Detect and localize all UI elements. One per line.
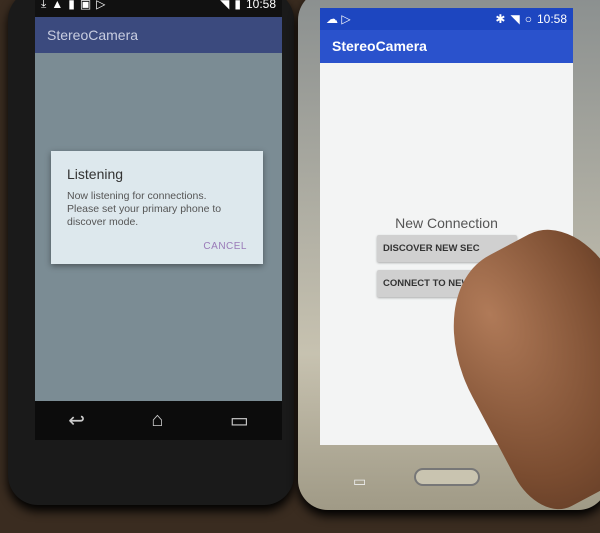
back-icon[interactable]: ↩ bbox=[68, 408, 85, 433]
left-phone: ⤓ ▲ ▮ ▣ ▷ ◥ ▮ 10:58 StereoCamera Listening No… bbox=[8, 0, 294, 505]
clock: 10:58 bbox=[536, 12, 567, 26]
wifi-icon: ◥ bbox=[220, 0, 230, 11]
home-icon[interactable]: ⌂ bbox=[151, 409, 163, 432]
bluetooth-icon: ✱ bbox=[495, 12, 506, 26]
warning-icon: ▲ bbox=[51, 0, 64, 11]
battery-icon: ▮ bbox=[234, 0, 241, 11]
content-area: Listening Now listening for connections.… bbox=[35, 53, 282, 401]
new-connection-heading: New Connection bbox=[395, 215, 498, 231]
sync-icon: ○ bbox=[524, 12, 532, 26]
recents-icon[interactable]: ▭ bbox=[353, 473, 366, 490]
clock: 10:58 bbox=[245, 0, 276, 11]
listening-dialog: Listening Now listening for connections.… bbox=[51, 151, 263, 264]
wifi-icon: ◥ bbox=[510, 12, 520, 26]
download-icon: ⤓ bbox=[41, 0, 47, 10]
dialog-title: Listening bbox=[67, 166, 124, 182]
image-icon: ▣ bbox=[79, 0, 92, 11]
status-bar: ☁ ▷ ✱ ◥ ○ 10:58 bbox=[320, 8, 573, 30]
app-bar-title: StereoCamera bbox=[320, 30, 573, 63]
app-bar-title: StereoCamera bbox=[35, 17, 282, 53]
cancel-button[interactable]: CANCEL bbox=[203, 241, 247, 252]
left-screen: ⤓ ▲ ▮ ▣ ▷ ◥ ▮ 10:58 StereoCamera Listening No… bbox=[35, 0, 282, 440]
notification-icons: ☁ ▷ bbox=[326, 12, 351, 26]
home-button[interactable] bbox=[414, 468, 480, 486]
status-bar: ⤓ ▲ ▮ ▣ ▷ ◥ ▮ 10:58 bbox=[35, 0, 282, 17]
recents-icon[interactable]: ▭ bbox=[230, 408, 249, 433]
sd-card-icon: ▮ bbox=[68, 0, 75, 11]
dialog-message: Now listening for connections. Please se… bbox=[67, 190, 222, 228]
play-icon: ▷ bbox=[96, 0, 106, 11]
nav-bar: ↩ ⌂ ▭ bbox=[35, 401, 282, 440]
